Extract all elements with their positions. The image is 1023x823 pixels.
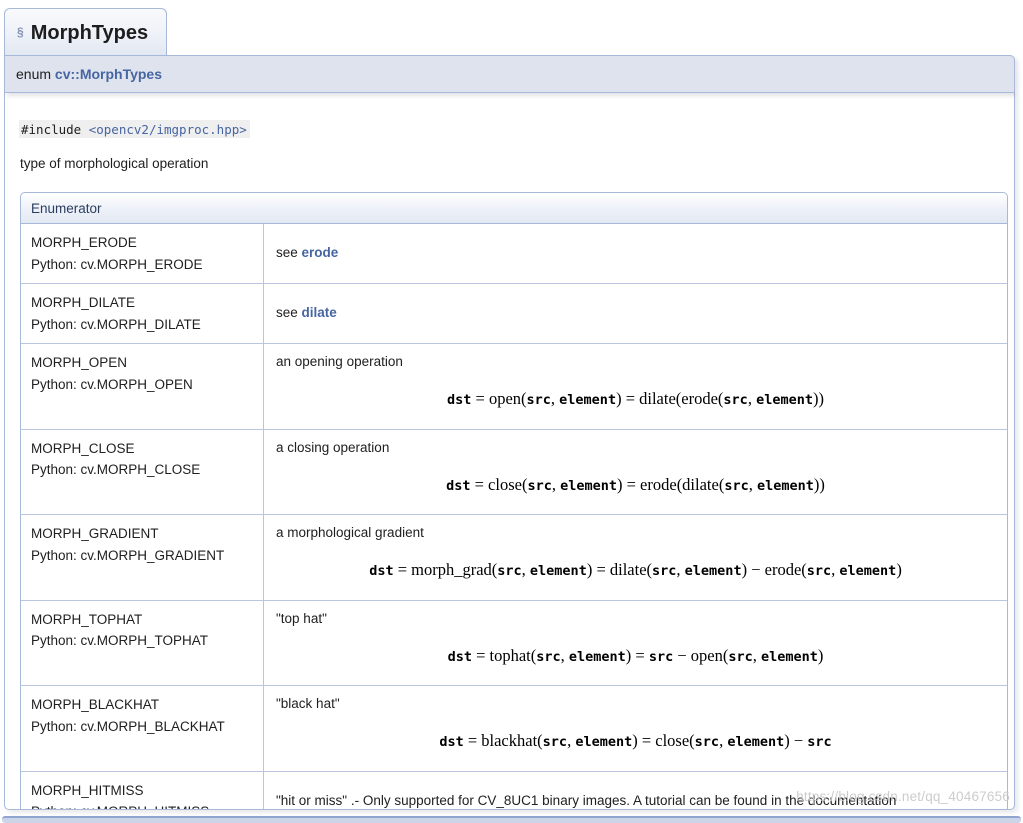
enumerator-description: see erode <box>276 245 339 261</box>
enumerator-doc-cell: "black hat" dst = blackhat(src, element) … <box>264 686 1007 772</box>
include-path-link[interactable]: <opencv2/imgproc.hpp> <box>89 122 247 137</box>
section-anchor-icon[interactable]: § <box>17 25 24 39</box>
enumerator-name-cell: MORPH_GRADIENT Python: cv.MORPH_GRADIENT <box>21 515 264 601</box>
enumerator-description: "top hat" <box>276 610 327 626</box>
latex-formula: dst = close(src, element) = erode(dilate… <box>446 474 825 494</box>
enumerator-name-cell: MORPH_OPEN Python: cv.MORPH_OPEN <box>21 344 264 430</box>
formula-tt-token: dst <box>446 477 471 494</box>
watermark-text: https://blog.csdn.net/qq_40467656 <box>796 789 1010 804</box>
enumerator-python-name: Python: cv.MORPH_HITMISS <box>31 801 253 809</box>
table-row: MORPH_ERODE Python: cv.MORPH_ERODE see ero… <box>21 224 1007 285</box>
enumerator-table-body: MORPH_ERODE Python: cv.MORPH_ERODE see ero… <box>21 224 1007 809</box>
formula-tt-token: element <box>839 563 897 580</box>
formula-tt-token: element <box>727 734 785 751</box>
formula-tt-token: element <box>559 392 617 409</box>
formula-tt-token: dst <box>447 648 472 665</box>
enumerator-description: a morphological gradient <box>276 525 424 541</box>
enumerator-name-cell: MORPH_BLACKHAT Python: cv.MORPH_BLACKHAT <box>21 686 264 772</box>
formula-tt-token: element <box>529 563 587 580</box>
formula-tt-token: src <box>497 563 522 580</box>
enum-documentation: #include <opencv2/imgproc.hpp> type of m… <box>4 93 1015 810</box>
enum-name-link[interactable]: cv::MorphTypes <box>55 66 162 82</box>
doc-link-dilate[interactable]: dilate <box>302 305 337 320</box>
formula-tt-token: src <box>724 477 749 494</box>
page-title: § MorphTypes <box>4 8 168 55</box>
formula-tt-token: src <box>648 648 674 665</box>
horizontal-scrollbar[interactable] <box>2 816 1021 823</box>
latex-formula: dst = morph_grad(src, element) = dilate(… <box>369 560 902 580</box>
doc-link-erode[interactable]: erode <box>302 245 339 260</box>
formula-tt-token: element <box>575 734 633 751</box>
enumerator-description: a closing operation <box>276 439 390 455</box>
include-line: #include <opencv2/imgproc.hpp> <box>19 120 250 138</box>
enumerator-name-cell: MORPH_CLOSE Python: cv.MORPH_CLOSE <box>21 429 264 516</box>
enumerator-name: MORPH_BLACKHAT <box>31 697 160 713</box>
enumerator-description: "black hat" <box>276 696 340 712</box>
enumerator-doc-cell: see dilate <box>264 284 1007 345</box>
brief-description: type of morphological operation <box>20 156 209 171</box>
enumerator-description: see dilate <box>276 305 337 321</box>
enumerator-name: MORPH_HITMISS <box>31 782 144 798</box>
include-directive: #include <box>21 122 89 137</box>
enumerator-name: MORPH_OPEN <box>31 355 128 371</box>
enumerator-python-name: Python: cv.MORPH_DILATE <box>31 316 201 332</box>
table-row: MORPH_BLACKHAT Python: cv.MORPH_BLACKHAT "… <box>21 686 1007 772</box>
formula-tt-token: src <box>526 392 551 409</box>
enumerator-description: an opening operation <box>276 354 403 370</box>
formula-tt-token: src <box>723 392 748 409</box>
enumerator-python-name: Python: cv.MORPH_ERODE <box>31 256 203 272</box>
table-row: MORPH_DILATE Python: cv.MORPH_DILATE see d… <box>21 284 1007 345</box>
formula-tt-token: src <box>652 563 677 580</box>
enum-signature-bar: enum cv::MorphTypes <box>4 55 1015 93</box>
formula-tt-token: dst <box>369 563 394 580</box>
formula-tt-token: dst <box>439 734 464 751</box>
enumerator-python-name: Python: cv.MORPH_TOPHAT <box>31 633 209 649</box>
formula-tt-token: src <box>806 563 832 580</box>
enumerator-name-cell: MORPH_TOPHAT Python: cv.MORPH_TOPHAT <box>21 600 264 687</box>
formula-tt-token: element <box>684 563 742 580</box>
formula-tt-token: src <box>807 734 832 751</box>
table-row: MORPH_TOPHAT Python: cv.MORPH_TOPHAT "top … <box>21 600 1007 687</box>
page-title-text: MorphTypes <box>30 22 149 44</box>
formula-tt-token: element <box>761 648 818 665</box>
enumerator-name: MORPH_GRADIENT <box>31 526 159 542</box>
enumerator-name-cell: MORPH_ERODE Python: cv.MORPH_ERODE <box>21 224 264 285</box>
latex-formula: dst = blackhat(src, element) = close(src… <box>439 731 832 751</box>
enumerator-doc-cell: see erode <box>264 224 1007 285</box>
enum-keyword: enum <box>16 66 55 82</box>
enumerator-python-name: Python: cv.MORPH_BLACKHAT <box>31 718 225 734</box>
formula-tt-token: src <box>728 648 753 665</box>
table-row: MORPH_OPEN Python: cv.MORPH_OPEN an openin… <box>21 344 1007 430</box>
formula-tt-token: src <box>542 734 568 751</box>
latex-formula: dst = tophat(src, element) = src − open(… <box>447 645 824 665</box>
enumerator-doc-cell: "top hat" dst = tophat(src, element) = sr… <box>264 601 1007 687</box>
formula-tt-token: src <box>694 734 720 751</box>
enumerator-doc-cell: an opening operation dst = open(src, elem… <box>264 344 1007 430</box>
enumerator-table-header: Enumerator <box>21 193 1007 224</box>
enumerator-python-name: Python: cv.MORPH_OPEN <box>31 376 193 392</box>
enumerator-name-cell: MORPH_DILATE Python: cv.MORPH_DILATE <box>21 284 264 345</box>
formula-tt-token: src <box>527 477 552 494</box>
formula-tt-token: element <box>568 648 626 665</box>
enumerator-name: MORPH_CLOSE <box>31 440 135 456</box>
table-row: MORPH_GRADIENT Python: cv.MORPH_GRADIENT a… <box>21 515 1007 601</box>
enumerator-python-name: Python: cv.MORPH_GRADIENT <box>31 547 225 563</box>
enumerator-doc-cell: a morphological gradient dst = morph_grad… <box>264 515 1007 601</box>
enumerator-name: MORPH_ERODE <box>31 235 137 250</box>
formula-tt-token: src <box>536 648 561 665</box>
formula-tt-token: element <box>560 477 617 494</box>
formula-tt-token: element <box>756 477 814 494</box>
enumerator-table: Enumerator MORPH_ERODE Python: cv.MORPH_E… <box>20 192 1008 809</box>
enumerator-python-name: Python: cv.MORPH_CLOSE <box>31 462 201 478</box>
table-row: MORPH_CLOSE Python: cv.MORPH_CLOSE a closi… <box>21 429 1007 516</box>
latex-formula: dst = open(src, element) = dilate(erode(… <box>447 389 824 409</box>
enumerator-name: MORPH_TOPHAT <box>31 611 143 627</box>
enumerator-doc-cell: a closing operation dst = close(src, elem… <box>264 430 1007 516</box>
enumerator-name: MORPH_DILATE <box>31 295 136 311</box>
formula-tt-token: element <box>756 392 813 409</box>
enumerator-name-cell: MORPH_HITMISS Python: cv.MORPH_HITMISS <box>21 771 264 809</box>
formula-tt-token: dst <box>447 392 472 409</box>
